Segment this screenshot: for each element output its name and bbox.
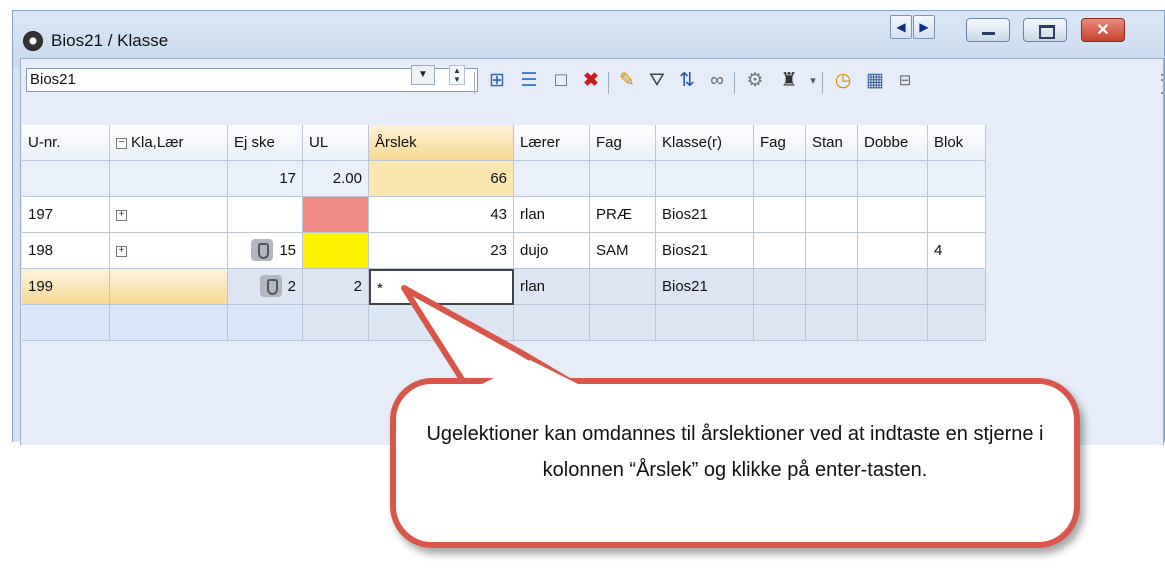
- callout-text: Ugelektioner kan omdannes til årslektion…: [426, 423, 1044, 481]
- callout-bubble: Ugelektioner kan omdannes til årslektion…: [390, 378, 1080, 548]
